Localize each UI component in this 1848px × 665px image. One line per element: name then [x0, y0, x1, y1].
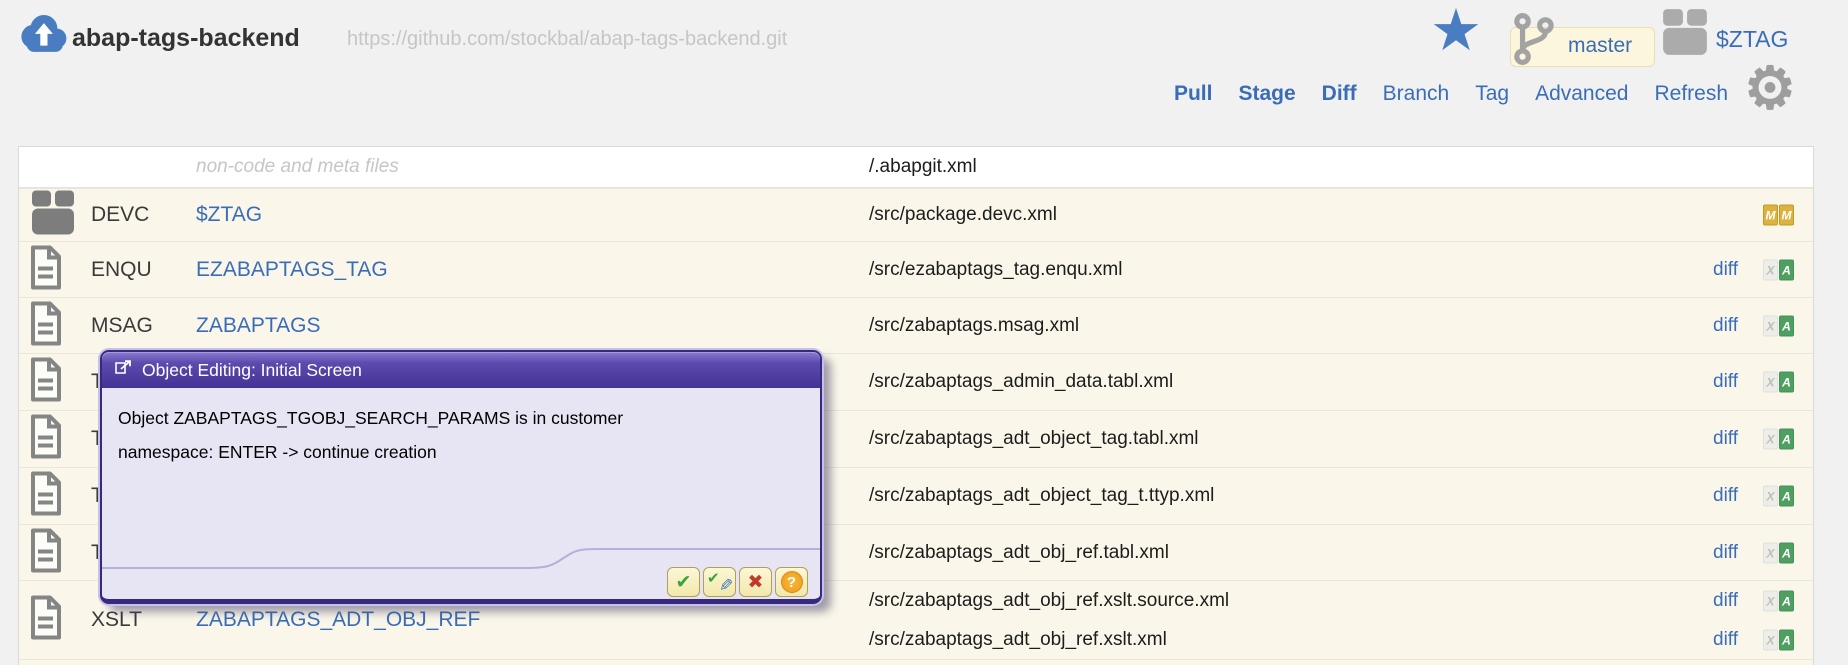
status-badge: X: [1763, 429, 1778, 450]
package-box-icon: [29, 189, 77, 242]
dialog-title: Object Editing: Initial Screen: [142, 360, 362, 381]
abapgit-repo-page: abap-tags-backend https://github.com/sto…: [0, 0, 1848, 665]
diff-link[interactable]: diff: [1713, 485, 1738, 507]
object-type: ENQU: [91, 258, 152, 282]
status-badges: X A: [1763, 429, 1794, 450]
status-badge: A: [1779, 486, 1794, 507]
file-path: /src/ezabaptags_tag.enqu.xml: [869, 259, 1123, 281]
table-row-partial: [19, 659, 1813, 665]
status-badges: X A: [1763, 590, 1794, 611]
repo-url: https://github.com/stockbal/abap-tags-ba…: [347, 28, 787, 51]
object-type: DEVC: [91, 203, 149, 227]
menu-stage[interactable]: Stage: [1238, 82, 1295, 106]
file-path: /src/zabaptags_adt_object_tag_t.ttyp.xml: [869, 485, 1214, 507]
table-row: ENQU EZABAPTAGS_TAG /src/ezabaptags_tag.…: [19, 241, 1813, 297]
status-badges: X A: [1763, 315, 1794, 336]
file-icon: [29, 528, 77, 577]
help-button[interactable]: ?: [775, 567, 808, 597]
diff-link[interactable]: diff: [1713, 428, 1738, 450]
diff-link[interactable]: diff: [1713, 315, 1738, 337]
cloud-upload-icon: [16, 10, 70, 61]
continue-and-edit-button[interactable]: ✔ ✎: [703, 567, 736, 597]
file-path: /src/zabaptags.msag.xml: [869, 315, 1079, 337]
object-editing-icon: [114, 359, 133, 381]
file-icon: [29, 415, 77, 464]
diff-link[interactable]: diff: [1713, 259, 1738, 281]
status-badge: X: [1763, 629, 1778, 650]
menu-pull[interactable]: Pull: [1174, 82, 1213, 106]
menu-diff[interactable]: Diff: [1322, 82, 1357, 106]
table-row: MSAG ZABAPTAGS /src/zabaptags.msag.xml d…: [19, 297, 1813, 353]
object-type: MSAG: [91, 314, 153, 338]
status-badge: X: [1763, 542, 1778, 563]
menu-refresh[interactable]: Refresh: [1654, 82, 1728, 106]
file-path: /src/zabaptags_adt_obj_ref.xslt.xml: [869, 629, 1167, 651]
settings-gear-icon[interactable]: ⚙: [1744, 60, 1796, 118]
repo-menu: Pull Stage Diff Branch Tag Advanced Refr…: [1174, 82, 1728, 106]
status-badges: X A: [1763, 259, 1794, 280]
file-icon: [29, 301, 77, 350]
file-path: /src/zabaptags_adt_object_tag.tabl.xml: [869, 428, 1199, 450]
object-link[interactable]: ZABAPTAGS: [196, 314, 320, 338]
status-badges: X A: [1763, 629, 1794, 650]
status-badges: X A: [1763, 486, 1794, 507]
status-badges: X A: [1763, 542, 1794, 563]
diff-link[interactable]: diff: [1713, 629, 1738, 651]
continue-button[interactable]: ✔: [667, 567, 700, 597]
status-badges: X A: [1763, 372, 1794, 393]
file-path: /src/zabaptags_adt_obj_ref.tabl.xml: [869, 542, 1169, 564]
diff-link[interactable]: diff: [1713, 371, 1738, 393]
dialog-button-bar: ✔ ✔ ✎ ✖ ?: [667, 567, 808, 597]
object-link[interactable]: $ZTAG: [196, 203, 262, 227]
favorite-star-icon[interactable]: ★: [1430, 2, 1482, 60]
table-row-meta: non-code and meta files /.abapgit.xml: [19, 147, 1813, 188]
cancel-button[interactable]: ✖: [739, 567, 772, 597]
status-badge: A: [1779, 259, 1794, 280]
file-icon: [29, 358, 77, 407]
status-badge: M: [1779, 205, 1794, 226]
status-badge: M: [1763, 205, 1778, 226]
object-editing-dialog: Object Editing: Initial Screen Object ZA…: [100, 350, 822, 604]
file-path: /src/zabaptags_adt_obj_ref.xslt.source.x…: [869, 590, 1229, 612]
dialog-message-line1: Object ZABAPTAGS_TGOBJ_SEARCH_PARAMS is …: [118, 408, 623, 429]
status-badge: A: [1779, 542, 1794, 563]
file-path: /src/package.devc.xml: [869, 204, 1057, 226]
repo-name: abap-tags-backend: [72, 24, 300, 53]
status-badge: A: [1779, 590, 1794, 611]
package-box-icon: [1660, 6, 1710, 63]
meta-files-label: non-code and meta files: [196, 156, 399, 178]
dialog-body: Object ZABAPTAGS_TGOBJ_SEARCH_PARAMS is …: [102, 388, 820, 599]
menu-advanced[interactable]: Advanced: [1535, 82, 1628, 106]
file-icon: [29, 472, 77, 521]
diff-link[interactable]: diff: [1713, 542, 1738, 564]
file-path: /src/zabaptags_admin_data.tabl.xml: [869, 371, 1173, 393]
current-branch-label[interactable]: master: [1568, 34, 1632, 58]
status-badge: A: [1779, 629, 1794, 650]
dialog-message-line2: namespace: ENTER -> continue creation: [118, 442, 437, 463]
menu-tag[interactable]: Tag: [1475, 82, 1509, 106]
diff-link[interactable]: diff: [1713, 590, 1738, 612]
status-badge: X: [1763, 486, 1778, 507]
git-branch-icon: [1512, 12, 1558, 71]
status-badge: X: [1763, 590, 1778, 611]
file-icon: [29, 245, 77, 294]
status-badge: A: [1779, 372, 1794, 393]
status-badge: X: [1763, 259, 1778, 280]
menu-branch[interactable]: Branch: [1383, 82, 1450, 106]
status-badge: A: [1779, 315, 1794, 336]
status-badges: M M: [1763, 205, 1794, 226]
object-link[interactable]: EZABAPTAGS_TAG: [196, 258, 388, 282]
table-row: DEVC $ZTAG /src/package.devc.xml diff M …: [19, 188, 1813, 241]
status-badge: A: [1779, 429, 1794, 450]
package-link[interactable]: $ZTAG: [1716, 26, 1788, 53]
file-path: /.abapgit.xml: [869, 156, 977, 178]
status-badge: X: [1763, 315, 1778, 336]
dialog-titlebar[interactable]: Object Editing: Initial Screen: [102, 352, 820, 388]
status-badge: X: [1763, 372, 1778, 393]
